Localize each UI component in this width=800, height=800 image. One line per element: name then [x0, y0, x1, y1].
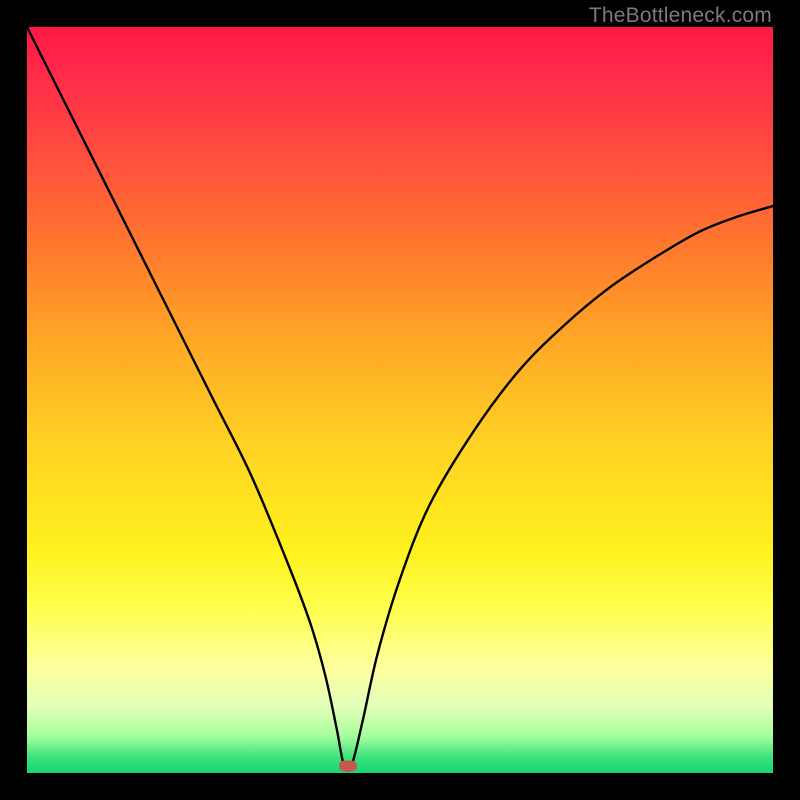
chart-frame: TheBottleneck.com: [0, 0, 800, 800]
plot-area: [27, 27, 773, 773]
bottleneck-curve: [27, 27, 773, 773]
optimum-marker: [339, 760, 357, 771]
watermark-text: TheBottleneck.com: [589, 4, 772, 28]
